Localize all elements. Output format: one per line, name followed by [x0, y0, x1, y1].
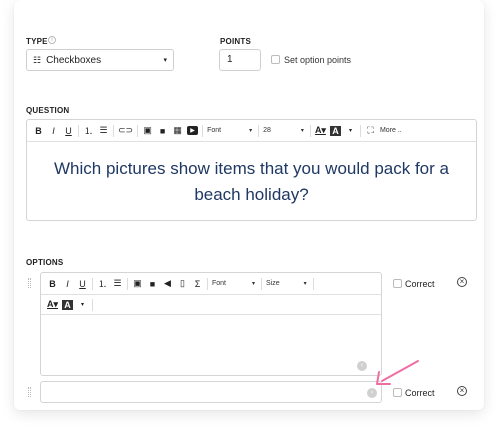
text-color-icon[interactable]: A▾ [315, 123, 326, 139]
text-color-icon[interactable]: A▾ [47, 297, 58, 313]
underline-button[interactable]: U [63, 123, 74, 139]
font-dropdown-label: Font [212, 280, 227, 287]
more-button[interactable]: More .. [380, 127, 402, 134]
table-icon[interactable]: ▦ [172, 123, 183, 139]
toolbar-divider [127, 277, 128, 290]
toolbar-divider [113, 124, 114, 137]
chevron-down-icon[interactable]: ▾ [77, 297, 88, 313]
toolbar-divider [202, 124, 204, 137]
font-dropdown-label: Font [207, 127, 222, 134]
italic-button[interactable]: I [62, 276, 73, 292]
chevron-down-icon: ▾ [303, 281, 307, 287]
italic-button[interactable]: I [48, 123, 59, 139]
font-dropdown[interactable]: Font ▾ [212, 280, 255, 287]
font-dropdown[interactable]: Font ▾ [207, 127, 252, 134]
question-editor-toolbar: B I U ⒈ ☰ ⊂⊃ ▣ ■ ▦ ▶ Font ▾ 28 ▾ A▾ A ▾ … [27, 120, 476, 142]
link-icon[interactable]: ⊂⊃ [118, 123, 133, 139]
background-color-icon[interactable]: A [329, 125, 341, 136]
toolbar-divider [258, 124, 260, 137]
toolbar-divider [312, 277, 314, 290]
video-icon[interactable]: ■ [147, 276, 158, 292]
type-label: TYPE [26, 37, 48, 46]
font-size-label: Size [266, 280, 280, 287]
fullscreen-icon[interactable]: ⛶ [365, 123, 376, 139]
toolbar-divider [309, 124, 311, 137]
chevron-down-icon: ▾ [249, 128, 253, 134]
options-label: OPTIONS [26, 258, 64, 267]
set-option-points-label: Set option points [284, 55, 352, 65]
toolbar-divider [261, 277, 263, 290]
checkbox-list-icon: ☷ [33, 54, 42, 65]
toolbar-divider [137, 124, 139, 137]
points-input[interactable]: 1 [219, 49, 261, 71]
close-icon[interactable]: × [457, 277, 467, 287]
annotation-arrow [376, 360, 419, 385]
question-type-value: Checkboxes [46, 54, 102, 66]
underline-button[interactable]: U [77, 276, 88, 292]
audio-icon[interactable]: ◀ [162, 276, 173, 292]
bold-button[interactable]: B [33, 123, 44, 139]
toolbar-divider [207, 277, 208, 290]
info-icon[interactable]: i [48, 36, 56, 44]
font-size-value: 28 [263, 127, 271, 134]
toolbar-divider [78, 124, 79, 137]
drag-handle[interactable] [28, 278, 31, 288]
correct-checkbox[interactable] [393, 279, 402, 288]
background-color-icon[interactable]: A [62, 299, 74, 310]
video-icon[interactable]: ■ [157, 123, 168, 139]
ordered-list-icon[interactable]: ⒈ [97, 276, 108, 292]
font-size-dropdown[interactable]: Size ▾ [266, 280, 307, 287]
option-editor-toolbar-row2: A▾ A ▾ [41, 295, 381, 315]
file-icon[interactable]: ▯ [177, 276, 188, 292]
chevron-down-icon: ▾ [163, 57, 167, 64]
bold-button[interactable]: B [47, 276, 58, 292]
chevron-down-icon[interactable]: ▾ [345, 123, 356, 139]
image-icon[interactable]: ▣ [132, 276, 143, 292]
question-label: QUESTION [26, 106, 70, 115]
chevron-down-icon: ▾ [300, 128, 304, 134]
toolbar-divider [92, 277, 93, 290]
youtube-icon[interactable]: ▶ [187, 126, 199, 135]
formula-button[interactable]: Σ [192, 276, 203, 292]
chevron-down-icon: ▾ [252, 281, 256, 287]
option-editor-toolbar: B I U ⒈ ☰ ▣ ■ ◀ ▯ Σ Font ▾ Size ▾ [41, 273, 381, 295]
question-editor[interactable]: B I U ⒈ ☰ ⊂⊃ ▣ ■ ▦ ▶ Font ▾ 28 ▾ A▾ A ▾ … [26, 119, 477, 221]
points-label: POINTS [220, 37, 251, 46]
question-text[interactable]: Which pictures show items that you would… [27, 156, 476, 208]
bullet-list-icon[interactable]: ☰ [98, 123, 109, 139]
question-type-select[interactable]: ☷ Checkboxes ▾ [26, 49, 174, 71]
set-option-points-checkbox[interactable] [271, 55, 280, 64]
ordered-list-icon[interactable]: ⒈ [83, 123, 94, 139]
option-editor[interactable]: B I U ⒈ ☰ ▣ ■ ◀ ▯ Σ Font ▾ Size ▾ A▾ A ▾… [40, 272, 382, 376]
option-editor[interactable]: › [40, 381, 382, 403]
font-size-dropdown[interactable]: 28 ▾ [263, 127, 304, 134]
toolbar-divider [359, 124, 361, 137]
close-icon[interactable]: × [457, 386, 467, 396]
image-icon[interactable]: ▣ [142, 123, 153, 139]
bullet-list-icon[interactable]: ☰ [112, 276, 123, 292]
drag-handle[interactable] [28, 387, 31, 397]
toolbar-divider [92, 298, 94, 311]
correct-label: Correct [405, 279, 435, 289]
